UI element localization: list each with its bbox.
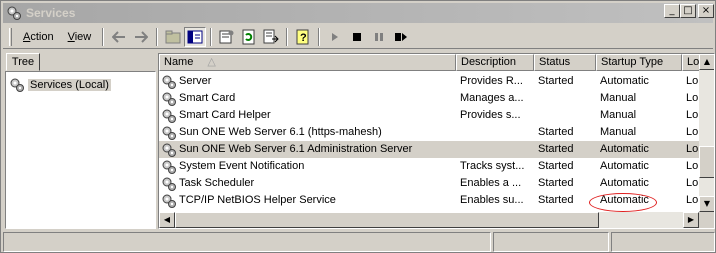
tree-node-label: Services (Local): [28, 79, 111, 91]
service-row[interactable]: Task Scheduler Enables a ... Started Automa…: [159, 175, 699, 192]
service-row[interactable]: Sun ONE Web Server 6.1 Administration Se…: [159, 141, 699, 158]
status-pane-2: [493, 232, 609, 252]
toolbar-separator: [286, 27, 289, 46]
services-gear-icon: [7, 6, 21, 20]
service-description: Enables a ...: [460, 177, 522, 189]
service-log-on-as: Lo: [686, 143, 699, 155]
column-header-description[interactable]: Description: [456, 54, 534, 71]
toolbar: Action View ?: [3, 25, 713, 49]
service-description: Tracks syst...: [460, 160, 525, 172]
refresh-icon[interactable]: [238, 27, 260, 47]
service-name: Server: [179, 75, 212, 87]
service-row[interactable]: Smart Card Manages a... Manual Lo: [159, 90, 699, 107]
annotation-circle: [589, 193, 657, 212]
scrollbar-corner: [699, 212, 714, 228]
toolbar-separator: [102, 27, 105, 46]
service-name: Sun ONE Web Server 6.1 Administration Se…: [179, 143, 413, 155]
content-panes: Tree Services (Local) Name △ Description …: [3, 51, 715, 229]
stop-service-icon[interactable]: [346, 27, 368, 47]
toolbar-separator: [156, 27, 159, 46]
show-hide-tree-icon[interactable]: [184, 26, 207, 47]
service-startup-type: Manual: [600, 92, 637, 104]
toolbar-separator: [210, 27, 213, 46]
pause-service-icon[interactable]: [368, 27, 390, 47]
horizontal-scrollbar[interactable]: ◀ ▶: [159, 212, 699, 228]
scroll-down-icon[interactable]: ▼: [699, 196, 714, 212]
service-name: TCP/IP NetBIOS Helper Service: [179, 194, 336, 206]
service-log-on-as: Lo: [686, 92, 699, 104]
help-icon[interactable]: ?: [292, 27, 314, 47]
column-header-name[interactable]: Name △: [159, 54, 456, 71]
service-name: Smart Card: [179, 92, 236, 104]
service-status: Started: [538, 194, 574, 206]
export-list-icon[interactable]: [260, 27, 282, 47]
sort-ascending-icon: △: [207, 56, 216, 68]
service-name: Smart Card Helper: [179, 109, 271, 121]
services-list[interactable]: Name △ Description Status Startup Type Lo…: [158, 53, 715, 229]
services-gear-icon: [10, 78, 24, 92]
properties-icon[interactable]: [216, 27, 238, 47]
service-startup-type: Automatic: [600, 177, 649, 189]
service-status: Started: [538, 160, 574, 172]
service-log-on-as: Lo: [686, 177, 699, 189]
service-log-on-as: Lo: [686, 126, 699, 138]
services-window: Services _ □ × Action View ? Tree Servic…: [0, 0, 716, 253]
service-name: System Event Notification: [179, 160, 305, 172]
title-bar[interactable]: Services: [3, 3, 713, 23]
scroll-right-icon[interactable]: ▶: [683, 212, 699, 228]
service-row[interactable]: System Event Notification Tracks syst... S…: [159, 158, 699, 175]
service-status: Started: [538, 177, 574, 189]
service-log-on-as: Lo: [686, 194, 699, 206]
service-log-on-as: Lo: [686, 160, 699, 172]
close-button[interactable]: ×: [698, 4, 714, 18]
status-pane-main: [3, 232, 491, 252]
svg-text:?: ?: [300, 32, 307, 44]
tab-tree[interactable]: Tree: [6, 53, 40, 71]
up-folder-icon[interactable]: [162, 27, 184, 47]
tree-view[interactable]: Services (Local): [5, 71, 156, 229]
column-header-startup-type[interactable]: Startup Type: [596, 54, 682, 71]
service-name: Task Scheduler: [179, 177, 255, 189]
service-startup-type: Automatic: [600, 75, 649, 87]
forward-icon[interactable]: [130, 27, 152, 47]
toolbar-grip[interactable]: [9, 27, 12, 46]
service-log-on-as: Lo: [686, 109, 699, 121]
service-status: Started: [538, 75, 574, 87]
restart-service-icon[interactable]: [390, 27, 412, 47]
status-pane-3: [611, 232, 715, 252]
status-bar: [3, 232, 715, 252]
service-row[interactable]: Server Provides R... Started Automatic Lo: [159, 73, 699, 90]
service-startup-type: Automatic: [600, 160, 649, 172]
menu-view[interactable]: View: [61, 29, 99, 45]
service-log-on-as: Lo: [686, 75, 699, 87]
service-description: Provides R...: [460, 75, 523, 87]
scroll-up-icon[interactable]: ▲: [699, 54, 714, 70]
service-status: Started: [538, 143, 574, 155]
tree-pane: Tree Services (Local): [3, 51, 156, 229]
service-gear-icon: [161, 193, 177, 212]
service-row[interactable]: Smart Card Helper Provides s... Manual Lo: [159, 107, 699, 124]
service-status: Started: [538, 126, 574, 138]
service-startup-type: Manual: [600, 126, 637, 138]
toolbar-separator: [318, 27, 321, 46]
horizontal-scroll-thumb[interactable]: [175, 212, 599, 228]
window-title: Services: [26, 6, 76, 20]
minimize-button[interactable]: _: [664, 4, 680, 18]
vertical-scrollbar[interactable]: ▲ ▼: [699, 54, 714, 212]
service-description: Enables su...: [460, 194, 524, 206]
service-startup-type: Automatic: [600, 143, 649, 155]
tree-node-services-local[interactable]: Services (Local): [9, 77, 111, 93]
menu-action[interactable]: Action: [16, 29, 61, 45]
back-icon[interactable]: [108, 27, 130, 47]
service-description: Manages a...: [460, 92, 524, 104]
service-startup-type: Manual: [600, 109, 637, 121]
vertical-scroll-thumb[interactable]: [699, 146, 714, 178]
service-row[interactable]: Sun ONE Web Server 6.1 (https-mahesh) Sta…: [159, 124, 699, 141]
scroll-left-icon[interactable]: ◀: [159, 212, 175, 228]
service-name: Sun ONE Web Server 6.1 (https-mahesh): [179, 126, 382, 138]
service-description: Provides s...: [460, 109, 521, 121]
maximize-button[interactable]: □: [680, 4, 696, 18]
column-header-status[interactable]: Status: [534, 54, 596, 71]
start-service-icon[interactable]: [324, 27, 346, 47]
